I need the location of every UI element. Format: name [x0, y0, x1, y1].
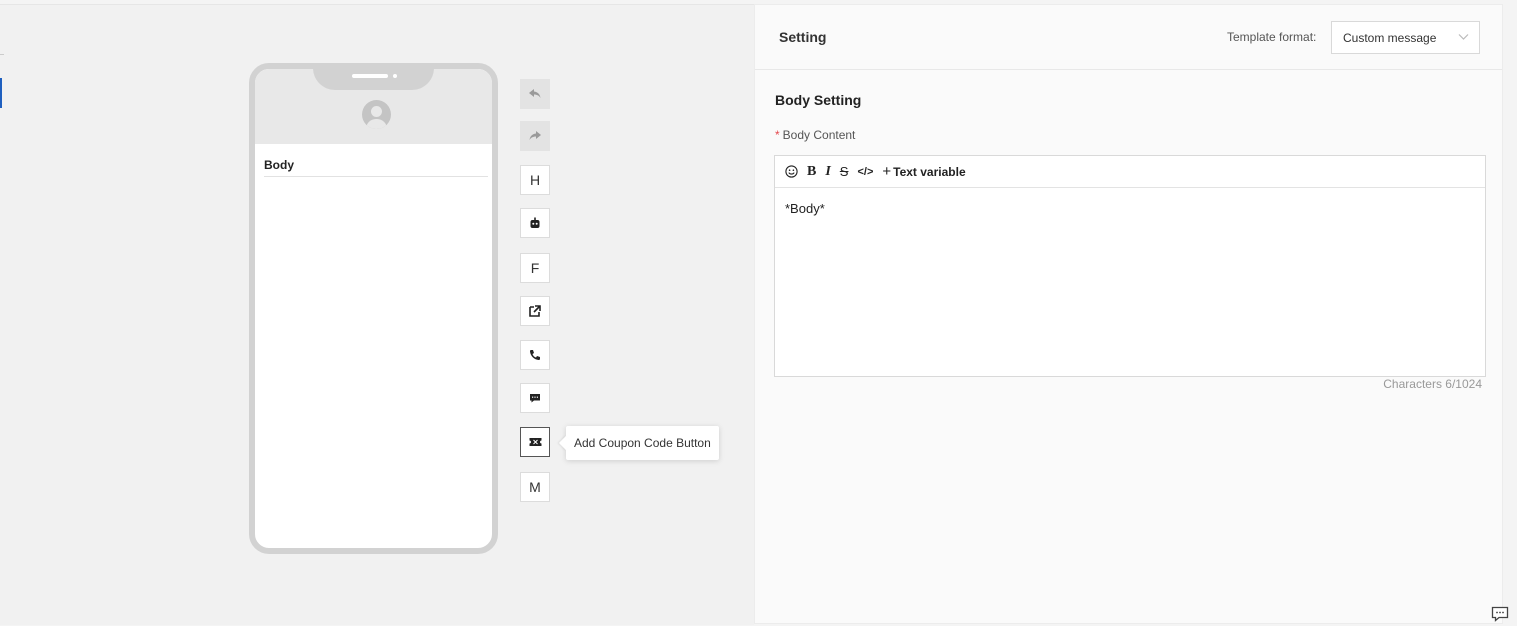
- tooltip-text: Add Coupon Code Button: [574, 436, 711, 450]
- add-footer-button[interactable]: F: [520, 253, 550, 283]
- italic-button[interactable]: I: [825, 164, 830, 180]
- redo-icon: [529, 131, 541, 140]
- body-editor: B I S </> + Text variable *Body*: [774, 155, 1486, 377]
- body-content-label-text: Body Content: [782, 128, 856, 142]
- settings-title: Setting: [779, 29, 827, 45]
- add-phone-button[interactable]: [520, 340, 550, 370]
- phone-body-label: Body: [264, 158, 488, 177]
- divider: [0, 54, 4, 55]
- add-url-button[interactable]: [520, 296, 550, 326]
- avatar-icon: [362, 100, 391, 129]
- body-setting-title: Body Setting: [775, 92, 862, 108]
- required-mark: *: [775, 128, 780, 142]
- add-header-button[interactable]: H: [520, 165, 550, 195]
- phone-icon: [530, 350, 540, 360]
- template-format-label: Template format:: [1227, 30, 1317, 44]
- settings-panel: Setting Template format: Custom message …: [754, 4, 1503, 624]
- message-icon: [530, 394, 540, 403]
- phone-notch: [313, 69, 434, 90]
- character-counter: Characters 6/1024: [1383, 377, 1482, 391]
- editor-toolbar: B I S </> + Text variable: [775, 156, 1485, 188]
- plus-icon: +: [882, 163, 892, 180]
- text-variable-label: Text variable: [893, 164, 966, 179]
- body-content-label: * Body Content: [775, 128, 855, 142]
- strikethrough-button[interactable]: S: [840, 164, 849, 179]
- footer-label: F: [530, 260, 540, 276]
- ticket-icon: [529, 438, 541, 446]
- template-format-select[interactable]: Custom message: [1331, 21, 1480, 54]
- add-media-button[interactable]: M: [520, 472, 550, 502]
- add-quick-reply-button[interactable]: [520, 383, 550, 413]
- feedback-icon[interactable]: [1491, 606, 1509, 622]
- add-text-variable-button[interactable]: + Text variable: [882, 163, 965, 180]
- emoji-icon: [785, 165, 798, 178]
- add-coupon-code-button[interactable]: [520, 427, 550, 457]
- tooltip: Add Coupon Code Button: [558, 426, 719, 460]
- emoji-button[interactable]: [785, 165, 798, 178]
- bold-button[interactable]: B: [807, 164, 816, 180]
- undo-icon: [529, 89, 541, 98]
- header-label: H: [529, 172, 541, 188]
- template-format-value: Custom message: [1343, 31, 1437, 45]
- body-content-input[interactable]: *Body*: [785, 201, 825, 216]
- phone-preview: Body: [249, 63, 498, 554]
- external-link-icon: [529, 305, 541, 317]
- chevron-down-icon: [1458, 34, 1469, 40]
- active-indicator: [0, 78, 2, 108]
- redo-button[interactable]: [520, 121, 550, 151]
- code-button[interactable]: </>: [857, 166, 873, 178]
- media-label: M: [529, 479, 541, 495]
- bot-icon: [530, 217, 540, 228]
- settings-header: Setting Template format: Custom message: [755, 5, 1502, 70]
- add-bot-button[interactable]: [520, 208, 550, 238]
- undo-button[interactable]: [520, 79, 550, 109]
